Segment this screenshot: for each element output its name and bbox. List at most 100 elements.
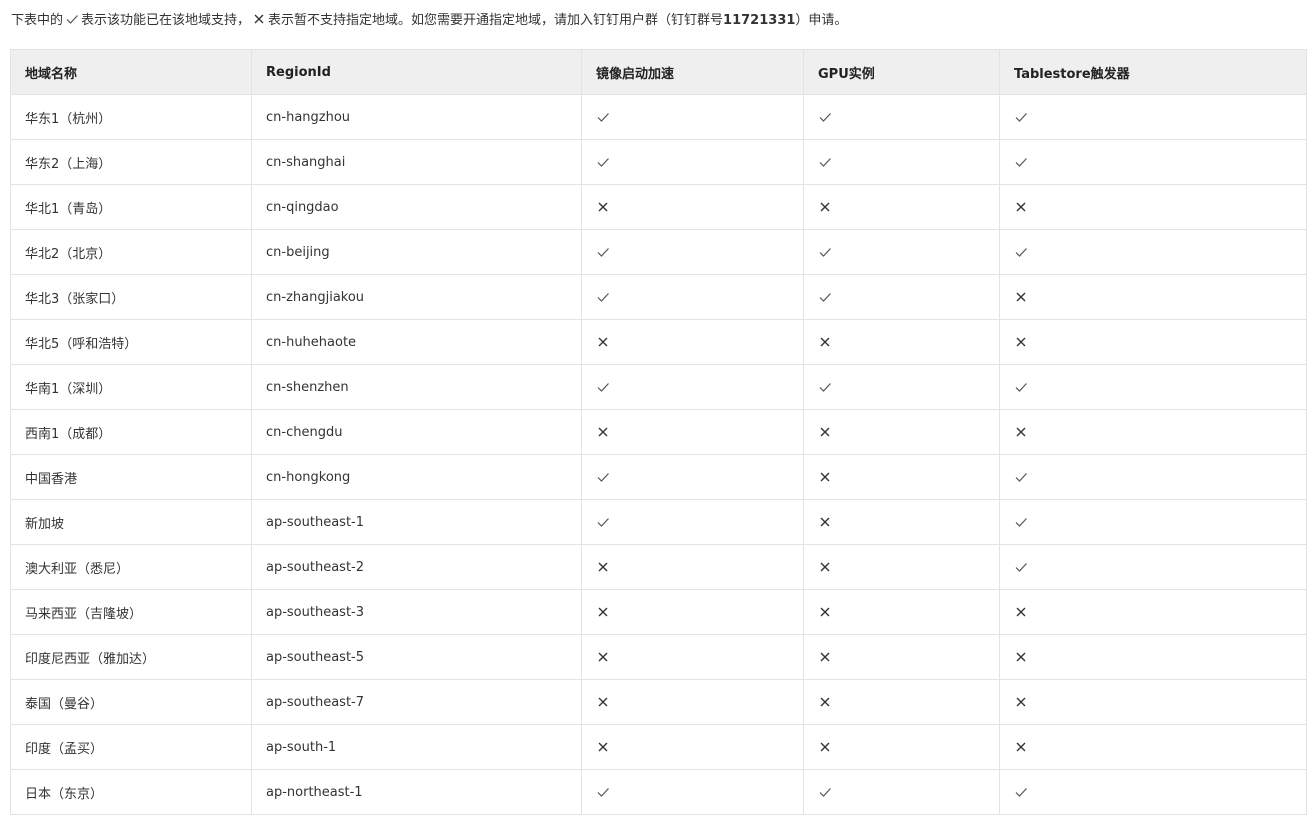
cell-gpu xyxy=(803,364,1000,410)
check-icon xyxy=(1014,110,1028,124)
cell-region-name: 马来西亚（吉隆坡） xyxy=(10,589,252,635)
cell-region-name: 新加坡 xyxy=(10,499,252,545)
cell-region-name: 印度尼西亚（雅加达） xyxy=(10,634,252,680)
header-region-name: 地域名称 xyxy=(10,49,252,95)
cross-icon xyxy=(818,200,832,214)
cross-icon xyxy=(596,695,610,709)
check-icon xyxy=(596,110,610,124)
table-row: 新加坡 ap-southeast-1 xyxy=(10,499,1307,545)
table-body: 华东1（杭州） cn-hangzhou 华东2（上海） cn-shanghai 华北1（… xyxy=(10,94,1307,815)
table-row: 印度尼西亚（雅加达） ap-southeast-5 xyxy=(10,634,1307,680)
check-icon xyxy=(596,380,610,394)
cross-icon xyxy=(596,740,610,754)
intro-part-4: ）申请。 xyxy=(795,13,848,28)
cell-region-id: ap-northeast-1 xyxy=(251,769,582,815)
cell-region-name: 华东1（杭州） xyxy=(10,94,252,140)
cell-region-id: cn-shenzhen xyxy=(251,364,582,410)
cross-icon xyxy=(1014,650,1028,664)
cross-icon xyxy=(818,605,832,619)
cross-icon xyxy=(818,470,832,484)
cell-region-id: cn-shanghai xyxy=(251,139,582,185)
cell-region-id: cn-beijing xyxy=(251,229,582,275)
table-row: 泰国（曼谷） ap-southeast-7 xyxy=(10,679,1307,725)
cell-region-name: 华南1（深圳） xyxy=(10,364,252,410)
check-icon xyxy=(818,245,832,259)
cell-image-accel xyxy=(581,139,804,185)
header-image-accel: 镜像启动加速 xyxy=(581,49,804,95)
cross-icon xyxy=(596,425,610,439)
check-icon xyxy=(818,380,832,394)
cell-image-accel xyxy=(581,769,804,815)
cell-image-accel xyxy=(581,319,804,365)
check-icon xyxy=(1014,515,1028,529)
table-row: 西南1（成都） cn-chengdu xyxy=(10,409,1307,455)
cell-region-id: cn-hangzhou xyxy=(251,94,582,140)
check-icon xyxy=(596,245,610,259)
cell-region-id: cn-zhangjiakou xyxy=(251,274,582,320)
cell-tablestore xyxy=(999,184,1307,230)
cell-region-id: ap-southeast-5 xyxy=(251,634,582,680)
table-row: 华南1（深圳） cn-shenzhen xyxy=(10,364,1307,410)
cell-region-id: cn-chengdu xyxy=(251,409,582,455)
cell-region-name: 中国香港 xyxy=(10,454,252,500)
cross-icon xyxy=(818,740,832,754)
cross-icon xyxy=(1014,290,1028,304)
check-icon xyxy=(1014,155,1028,169)
check-icon xyxy=(818,155,832,169)
cross-icon xyxy=(252,12,266,26)
cross-icon xyxy=(818,425,832,439)
table-row: 华北3（张家口） cn-zhangjiakou xyxy=(10,274,1307,320)
table-row: 华东1（杭州） cn-hangzhou xyxy=(10,94,1307,140)
intro-part-3: 表示暂不支持指定地域。如您需要开通指定地域，请加入钉钉用户群（钉钉群号 xyxy=(268,13,724,28)
table-row: 印度（孟买） ap-south-1 xyxy=(10,724,1307,770)
check-icon xyxy=(818,290,832,304)
cell-image-accel xyxy=(581,499,804,545)
table-header-row: 地域名称 RegionId 镜像启动加速 GPU实例 Tablestore触发器 xyxy=(10,49,1307,95)
cross-icon xyxy=(1014,200,1028,214)
cross-icon xyxy=(596,200,610,214)
cell-image-accel xyxy=(581,454,804,500)
cell-tablestore xyxy=(999,724,1307,770)
cross-icon xyxy=(1014,695,1028,709)
table-row: 华北1（青岛） cn-qingdao xyxy=(10,184,1307,230)
cell-region-id: cn-qingdao xyxy=(251,184,582,230)
check-icon xyxy=(596,785,610,799)
table-row: 马来西亚（吉隆坡） ap-southeast-3 xyxy=(10,589,1307,635)
check-icon xyxy=(1014,560,1028,574)
cell-gpu xyxy=(803,679,1000,725)
cell-region-name: 华北5（呼和浩特） xyxy=(10,319,252,365)
cell-image-accel xyxy=(581,679,804,725)
cell-image-accel xyxy=(581,634,804,680)
cell-region-id: ap-southeast-1 xyxy=(251,499,582,545)
cell-region-id: ap-southeast-2 xyxy=(251,544,582,590)
cell-gpu xyxy=(803,634,1000,680)
cell-image-accel xyxy=(581,589,804,635)
cell-tablestore xyxy=(999,409,1307,455)
cell-tablestore xyxy=(999,274,1307,320)
cross-icon xyxy=(1014,425,1028,439)
cross-icon xyxy=(596,335,610,349)
cell-gpu xyxy=(803,139,1000,185)
cell-gpu xyxy=(803,544,1000,590)
cell-image-accel xyxy=(581,184,804,230)
cell-tablestore xyxy=(999,544,1307,590)
cross-icon xyxy=(1014,740,1028,754)
cell-region-name: 华北3（张家口） xyxy=(10,274,252,320)
cell-tablestore xyxy=(999,319,1307,365)
cell-region-name: 西南1（成都） xyxy=(10,409,252,455)
cell-tablestore xyxy=(999,454,1307,500)
check-icon xyxy=(65,12,79,26)
check-icon xyxy=(596,290,610,304)
cell-tablestore xyxy=(999,139,1307,185)
cell-region-name: 印度（孟买） xyxy=(10,724,252,770)
check-icon xyxy=(596,155,610,169)
cell-region-id: ap-southeast-3 xyxy=(251,589,582,635)
cell-gpu xyxy=(803,184,1000,230)
cell-region-id: ap-southeast-7 xyxy=(251,679,582,725)
intro-part-2: 表示该功能已在该地域支持， xyxy=(81,13,251,28)
cell-region-name: 华东2（上海） xyxy=(10,139,252,185)
cross-icon xyxy=(818,650,832,664)
cell-tablestore xyxy=(999,634,1307,680)
cell-gpu xyxy=(803,409,1000,455)
check-icon xyxy=(1014,785,1028,799)
